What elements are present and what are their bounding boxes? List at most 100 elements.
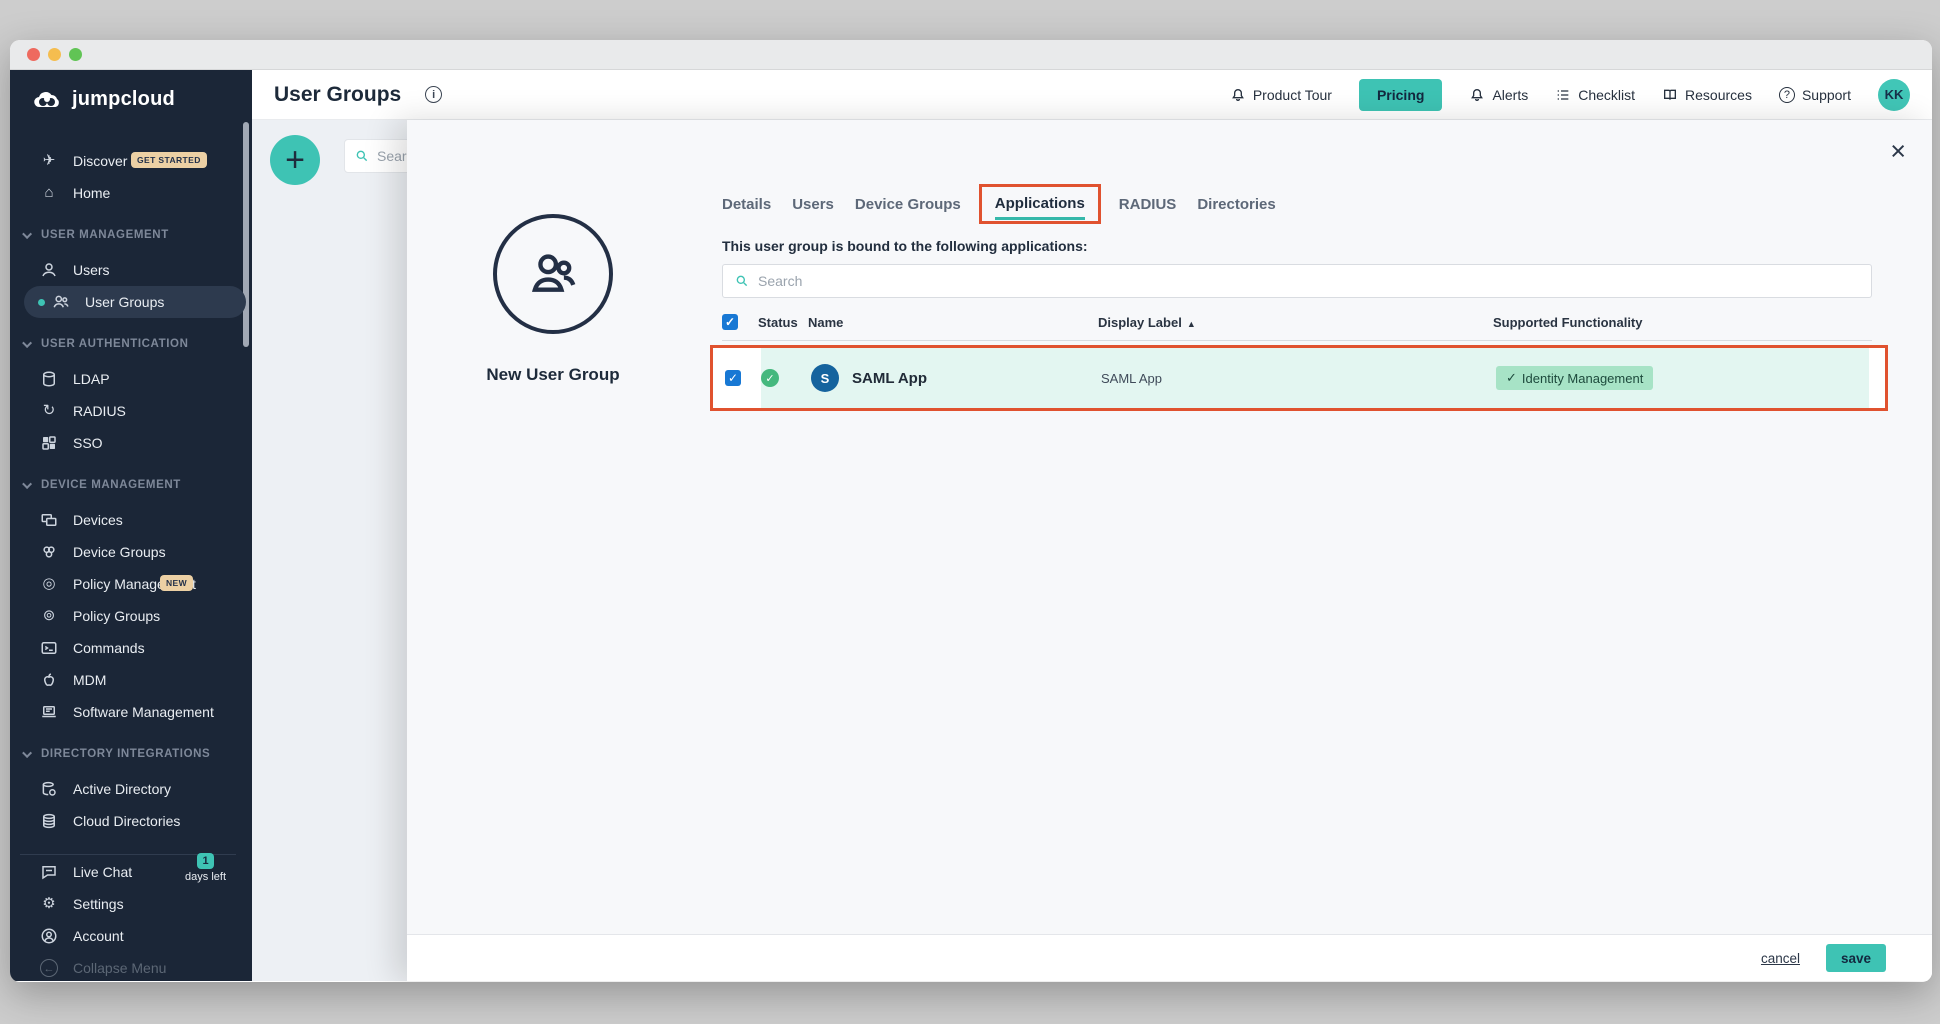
sidebar-item-policy-management[interactable]: ◎ Policy Management NEW (10, 568, 252, 600)
sidebar-section-user-management[interactable]: USER MANAGEMENT (10, 225, 252, 245)
applications-tab-annotation: Applications (979, 184, 1101, 224)
row-checkbox[interactable]: ✓ (725, 370, 741, 386)
column-supported-functionality: Supported Functionality (1493, 315, 1872, 330)
chevron-down-icon (22, 748, 32, 758)
close-icon[interactable]: × (1890, 138, 1906, 165)
jumpcloud-logo[interactable]: jumpcloud (10, 70, 252, 117)
window-zoom-button[interactable] (69, 48, 82, 61)
chat-bubble-icon (40, 863, 58, 881)
policy-groups-icon: ⊚ (40, 607, 58, 625)
book-icon (1662, 87, 1678, 103)
column-display-label[interactable]: Display Label▲ (1098, 315, 1493, 330)
column-name: Name (808, 315, 1098, 330)
question-icon: ? (1779, 87, 1795, 103)
trial-count-badge: 1 (197, 853, 213, 869)
sidebar-item-software-management[interactable]: Software Management (10, 696, 252, 728)
sidebar-item-device-groups[interactable]: Device Groups (10, 536, 252, 568)
sso-grid-icon (40, 434, 58, 452)
sidebar-item-cloud-directories[interactable]: Cloud Directories (10, 805, 252, 837)
chevron-down-icon (22, 229, 32, 239)
info-icon[interactable]: i (425, 86, 442, 103)
sidebar-item-active-directory[interactable]: Active Directory (10, 773, 252, 805)
user-group-avatar (493, 214, 613, 334)
app-window: jumpcloud ✈ Discover GET STARTED ⌂ Home … (10, 40, 1932, 982)
sidebar-section-directory-integrations[interactable]: DIRECTORY INTEGRATIONS (10, 744, 252, 764)
user-avatar[interactable]: KK (1878, 79, 1910, 111)
laptop-icon (40, 703, 58, 721)
sidebar-item-commands[interactable]: Commands (10, 632, 252, 664)
sidebar-item-policy-groups[interactable]: ⊚ Policy Groups (10, 600, 252, 632)
window-close-button[interactable] (27, 48, 40, 61)
main-area: User Groups i Product Tour Pricing Alert… (252, 70, 1932, 981)
sort-asc-icon: ▲ (1187, 319, 1196, 329)
sidebar-item-settings[interactable]: ⚙ Settings (10, 888, 252, 920)
active-directory-icon (40, 780, 58, 798)
resources-button[interactable]: Resources (1662, 87, 1752, 103)
get-started-badge: GET STARTED (131, 152, 207, 168)
jumpcloud-cloud-icon (30, 89, 64, 111)
pricing-button[interactable]: Pricing (1359, 79, 1442, 111)
column-status: Status (758, 315, 808, 330)
save-button[interactable]: save (1826, 944, 1886, 972)
tab-details[interactable]: Details (722, 186, 771, 223)
group-name: New User Group (407, 365, 699, 385)
sidebar-item-devices[interactable]: Devices (10, 504, 252, 536)
sidebar-item-ldap[interactable]: LDAP (10, 363, 252, 395)
product-tour-button[interactable]: Product Tour (1230, 87, 1332, 103)
cancel-button[interactable]: cancel (1761, 951, 1800, 966)
user-icon (40, 261, 58, 279)
checklist-button[interactable]: Checklist (1555, 87, 1635, 103)
sidebar-item-sso[interactable]: SSO (10, 427, 252, 459)
chevron-down-icon (22, 338, 32, 348)
sidebar-section-user-authentication[interactable]: USER AUTHENTICATION (10, 334, 252, 354)
new-badge: NEW (160, 575, 193, 591)
bound-applications-text: This user group is bound to the followin… (722, 238, 1872, 254)
content-area: + Search × New User Group Details (252, 120, 1932, 981)
page-title: User Groups (274, 83, 401, 107)
saml-row-annotation: ✓ ✓ S SAML App SAML App ✓Identity Manage… (710, 345, 1888, 411)
sidebar-item-live-chat[interactable]: Live Chat 1 days left (10, 856, 252, 888)
apple-mdm-icon (40, 671, 58, 689)
window-titlebar (10, 40, 1932, 70)
tab-applications[interactable]: Applications (995, 185, 1085, 220)
sidebar-item-discover[interactable]: ✈ Discover GET STARTED (10, 145, 252, 177)
sidebar-item-user-groups[interactable]: User Groups (24, 286, 246, 318)
search-icon (355, 149, 369, 163)
tab-users[interactable]: Users (792, 186, 834, 223)
window-minimize-button[interactable] (48, 48, 61, 61)
tab-directories[interactable]: Directories (1197, 186, 1275, 223)
radius-icon: ↻ (40, 402, 58, 420)
sidebar-item-radius[interactable]: ↻ RADIUS (10, 395, 252, 427)
sidebar-item-account[interactable]: Account (10, 920, 252, 952)
tab-radius[interactable]: RADIUS (1119, 186, 1177, 223)
sidebar-item-collapse-menu[interactable]: ← Collapse Menu (10, 952, 252, 982)
account-icon (40, 927, 58, 945)
home-icon: ⌂ (40, 184, 58, 202)
database-icon (40, 370, 58, 388)
trial-days-left: 1 days left (185, 853, 226, 883)
megaphone-icon (1230, 87, 1246, 103)
status-active-icon: ✓ (761, 369, 779, 387)
check-icon: ✓ (1506, 370, 1517, 386)
panel-tabs: Details Users Device Groups Applications… (722, 184, 1872, 224)
tab-device-groups[interactable]: Device Groups (855, 186, 961, 223)
chevron-down-icon (22, 479, 32, 489)
app-name: SAML App (852, 370, 927, 387)
sidebar-item-mdm[interactable]: MDM (10, 664, 252, 696)
sidebar-item-home[interactable]: ⌂ Home (10, 177, 252, 209)
bell-icon (1469, 87, 1485, 103)
table-row[interactable]: ✓ ✓ S SAML App SAML App ✓Identity Manage… (713, 348, 1885, 408)
page-header: User Groups i Product Tour Pricing Alert… (252, 70, 1932, 120)
sidebar-item-users[interactable]: Users (10, 254, 252, 286)
logo-text: jumpcloud (72, 88, 175, 111)
select-all-checkbox[interactable]: ✓ (722, 314, 738, 330)
rocket-icon: ✈ (40, 152, 58, 170)
sidebar-section-device-management[interactable]: DEVICE MANAGEMENT (10, 475, 252, 495)
applications-search-input[interactable] (758, 273, 1859, 289)
devices-icon (40, 511, 58, 529)
add-user-group-button[interactable]: + (270, 135, 320, 185)
collapse-arrow-icon: ← (40, 959, 58, 977)
alerts-button[interactable]: Alerts (1469, 87, 1528, 103)
support-button[interactable]: ? Support (1779, 87, 1851, 103)
search-icon (735, 274, 749, 288)
